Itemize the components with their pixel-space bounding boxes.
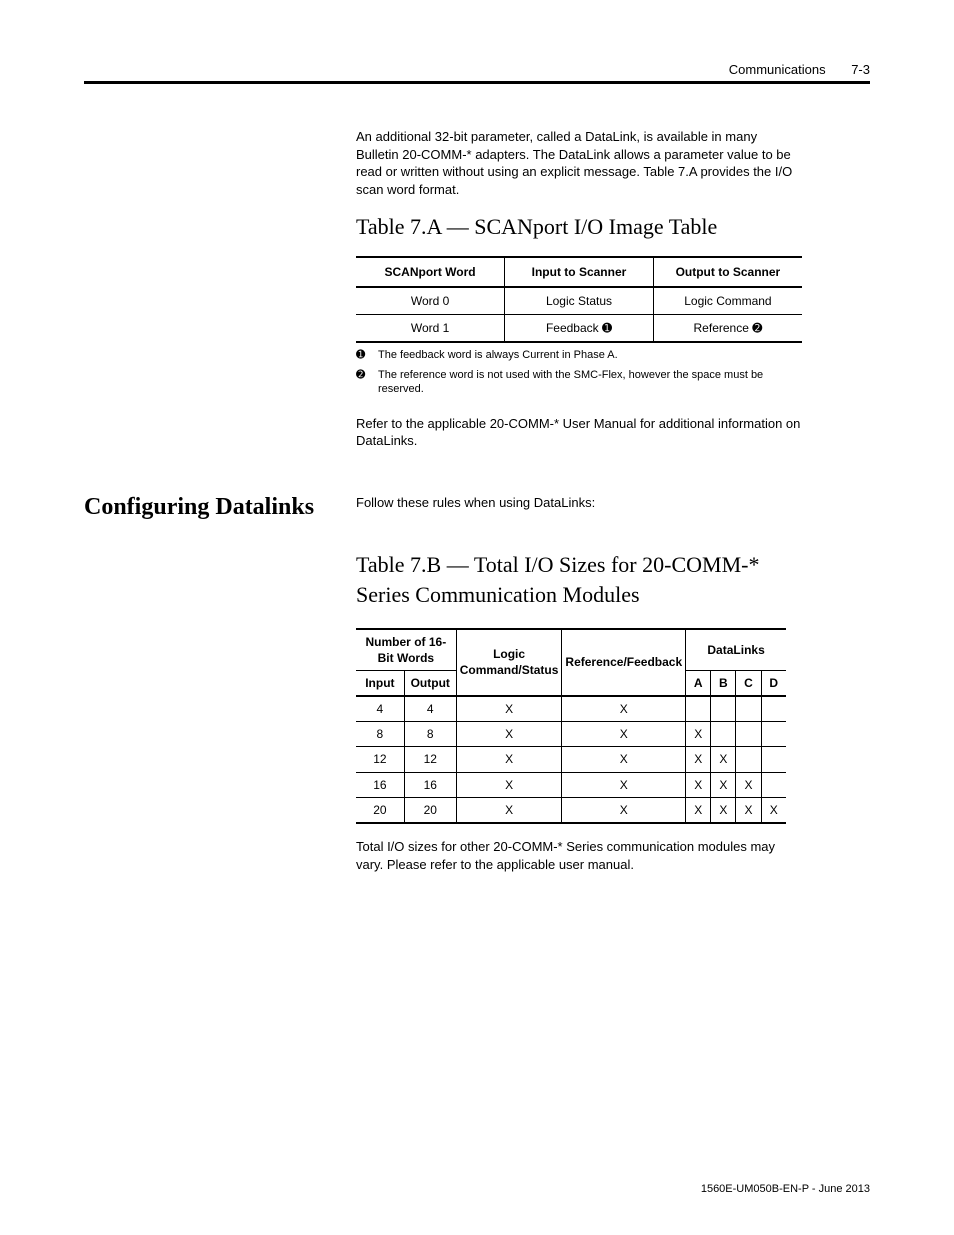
cell: X bbox=[456, 696, 562, 722]
th-d: D bbox=[761, 670, 786, 696]
cell: 16 bbox=[404, 772, 456, 797]
para-after-table1: Refer to the applicable 20-COMM-* User M… bbox=[356, 415, 802, 450]
table-row: 4 4 X X bbox=[356, 696, 786, 722]
cell: X bbox=[711, 772, 736, 797]
table-row: Number of 16-Bit Words Logic Command/Sta… bbox=[356, 629, 786, 671]
table-row: SCANport Word Input to Scanner Output to… bbox=[356, 257, 802, 287]
cell: X bbox=[736, 772, 761, 797]
table1-cell: Feedback ➊ bbox=[505, 315, 654, 343]
table1-cell: Word 1 bbox=[356, 315, 505, 343]
table1-cell: Reference ➋ bbox=[653, 315, 802, 343]
footnote: ➋ The reference word is not used with th… bbox=[356, 369, 802, 397]
cell bbox=[686, 696, 711, 722]
th-lcs: Logic Command/Status bbox=[456, 629, 562, 697]
cell: 4 bbox=[356, 696, 404, 722]
intro-paragraph: An additional 32-bit parameter, called a… bbox=[356, 128, 802, 198]
footnote-mark: ➊ bbox=[356, 349, 378, 363]
table1-head-1: Input to Scanner bbox=[505, 257, 654, 287]
header-page-number: 7-3 bbox=[851, 62, 870, 77]
cell: X bbox=[711, 797, 736, 823]
table2-caption: Table 7.B — Total I/O Sizes for 20-COMM-… bbox=[356, 550, 802, 609]
section-configuring-datalinks: Configuring Datalinks Follow these rules… bbox=[84, 494, 870, 520]
section-heading: Configuring Datalinks bbox=[84, 494, 336, 520]
cell: X bbox=[562, 747, 686, 772]
cell: X bbox=[562, 772, 686, 797]
th-output: Output bbox=[404, 670, 456, 696]
cell: X bbox=[686, 797, 711, 823]
cell bbox=[736, 747, 761, 772]
table-row: 12 12 X X X X bbox=[356, 747, 786, 772]
footnote-text: The feedback word is always Current in P… bbox=[378, 349, 618, 363]
table1-cell: Logic Command bbox=[653, 287, 802, 315]
table1-head-2: Output to Scanner bbox=[653, 257, 802, 287]
th-c: C bbox=[736, 670, 761, 696]
para-after-table2: Total I/O sizes for other 20-COMM-* Seri… bbox=[356, 838, 802, 873]
page-header: Communications 7-3 bbox=[84, 62, 870, 84]
table-io-sizes: Number of 16-Bit Words Logic Command/Sta… bbox=[356, 628, 786, 825]
cell: X bbox=[761, 797, 786, 823]
cell: 12 bbox=[404, 747, 456, 772]
cell: X bbox=[736, 797, 761, 823]
cell: X bbox=[711, 747, 736, 772]
table1-head-0: SCANport Word bbox=[356, 257, 505, 287]
cell bbox=[711, 696, 736, 722]
section-body: Follow these rules when using DataLinks: bbox=[356, 494, 870, 520]
cell bbox=[736, 722, 761, 747]
cell: X bbox=[562, 696, 686, 722]
th-input: Input bbox=[356, 670, 404, 696]
table-row: 20 20 X X X X X X bbox=[356, 797, 786, 823]
cell: X bbox=[562, 797, 686, 823]
header-right: Communications 7-3 bbox=[729, 62, 870, 77]
table1-wrap: SCANport Word Input to Scanner Output to… bbox=[356, 256, 802, 344]
table-scanport-io: SCANport Word Input to Scanner Output to… bbox=[356, 256, 802, 344]
cell bbox=[736, 696, 761, 722]
footnote: ➊ The feedback word is always Current in… bbox=[356, 349, 802, 363]
table-row: Word 1 Feedback ➊ Reference ➋ bbox=[356, 315, 802, 343]
intro-column: An additional 32-bit parameter, called a… bbox=[356, 128, 802, 450]
table-row: 8 8 X X X bbox=[356, 722, 786, 747]
cell: X bbox=[686, 747, 711, 772]
table1-cell: Logic Status bbox=[505, 287, 654, 315]
th-rf: Reference/Feedback bbox=[562, 629, 686, 697]
table-row: 16 16 X X X X X bbox=[356, 772, 786, 797]
cell bbox=[761, 696, 786, 722]
th-dl: DataLinks bbox=[686, 629, 786, 671]
cell: X bbox=[686, 722, 711, 747]
cell: X bbox=[456, 747, 562, 772]
section-heading-cell: Configuring Datalinks bbox=[84, 494, 356, 520]
cell: X bbox=[686, 772, 711, 797]
cell: 16 bbox=[356, 772, 404, 797]
cell: 12 bbox=[356, 747, 404, 772]
cell bbox=[711, 722, 736, 747]
page-footer: 1560E-UM050B-EN-P - June 2013 bbox=[701, 1183, 870, 1195]
cell bbox=[761, 747, 786, 772]
cell: X bbox=[562, 722, 686, 747]
table2-block: Table 7.B — Total I/O Sizes for 20-COMM-… bbox=[356, 550, 802, 873]
cell: X bbox=[456, 772, 562, 797]
footnote-text: The reference word is not used with the … bbox=[378, 369, 802, 397]
section-text: Follow these rules when using DataLinks: bbox=[356, 494, 870, 512]
cell: 20 bbox=[404, 797, 456, 823]
cell: 20 bbox=[356, 797, 404, 823]
cell: X bbox=[456, 797, 562, 823]
cell: X bbox=[456, 722, 562, 747]
cell: 4 bbox=[404, 696, 456, 722]
cell: 8 bbox=[356, 722, 404, 747]
cell bbox=[761, 722, 786, 747]
table1-cell: Word 0 bbox=[356, 287, 505, 315]
cell: 8 bbox=[404, 722, 456, 747]
th-b: B bbox=[711, 670, 736, 696]
table1-caption: Table 7.A — SCANport I/O Image Table bbox=[356, 212, 802, 242]
table-row: Word 0 Logic Status Logic Command bbox=[356, 287, 802, 315]
cell bbox=[761, 772, 786, 797]
footnote-mark: ➋ bbox=[356, 369, 378, 397]
header-section: Communications bbox=[729, 62, 826, 77]
th-words: Number of 16-Bit Words bbox=[356, 629, 456, 671]
th-a: A bbox=[686, 670, 711, 696]
